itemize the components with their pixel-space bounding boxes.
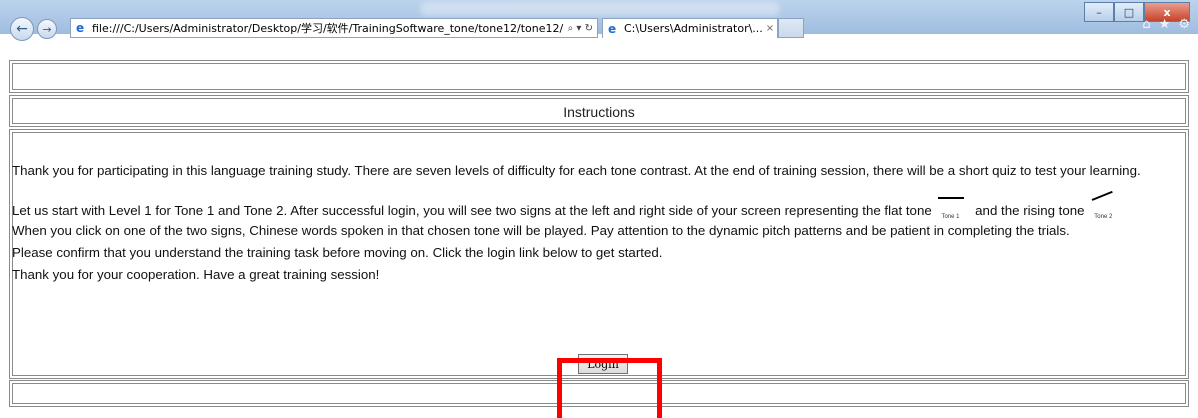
paragraph-1: Thank you for participating in this lang…	[12, 163, 1141, 178]
instructions-body: Thank you for participating in this lang…	[12, 160, 1184, 286]
tone1-sign: Tone 1	[935, 197, 971, 222]
paragraph-2-part-a: Let us start with Level 1 for Tone 1 and…	[12, 203, 932, 218]
tone2-label: Tone 2	[1094, 214, 1113, 221]
paragraph-5: Thank you for your cooperation. Have a g…	[12, 267, 380, 283]
forward-button[interactable]: →	[37, 19, 57, 39]
tab-close-icon[interactable]: ×	[763, 23, 777, 34]
red-highlight-box	[557, 358, 662, 418]
address-tools-icons[interactable]: ⌕ ▾ ↻	[564, 23, 597, 34]
titlebar-glow	[420, 2, 780, 16]
address-text[interactable]: file:///C:/Users/Administrator/Desktop/学…	[92, 20, 564, 36]
settings-gear-icon[interactable]: ⚙	[1178, 17, 1190, 32]
ie-page-icon: e	[76, 21, 85, 35]
forward-arrow-icon: →	[42, 22, 52, 36]
top-frame	[9, 60, 1189, 93]
maximize-button[interactable]: □	[1114, 2, 1144, 22]
back-arrow-icon: ←	[16, 21, 28, 37]
new-tab-button[interactable]	[778, 18, 804, 38]
favorites-star-icon[interactable]: ★	[1159, 17, 1171, 32]
flat-tone-icon	[938, 197, 965, 200]
paragraph-3: When you click on one of the two signs, …	[12, 223, 1070, 239]
back-button[interactable]: ←	[10, 17, 34, 41]
instructions-heading: Instructions	[563, 104, 635, 120]
minimize-button[interactable]: –	[1084, 2, 1114, 22]
tab-active[interactable]: e C:\Users\Administrator\... ×	[602, 18, 778, 38]
home-icon[interactable]: ⌂	[1142, 17, 1150, 32]
tab-title: C:\Users\Administrator\...	[624, 22, 763, 35]
paragraph-2-part-b: and the rising tone	[975, 203, 1085, 218]
tone2-sign: Tone 2	[1088, 191, 1124, 222]
tab-ie-icon: e	[608, 21, 617, 36]
browser-right-icons: ⌂ ★ ⚙	[1142, 17, 1190, 32]
paragraph-4: Please confirm that you understand the t…	[12, 245, 663, 261]
header-frame: Instructions	[9, 95, 1189, 127]
tone1-label: Tone 1	[941, 214, 960, 221]
paragraph-2: Let us start with Level 1 for Tone 1 and…	[12, 191, 1184, 222]
address-bar[interactable]: e file:///C:/Users/Administrator/Desktop…	[70, 18, 598, 38]
